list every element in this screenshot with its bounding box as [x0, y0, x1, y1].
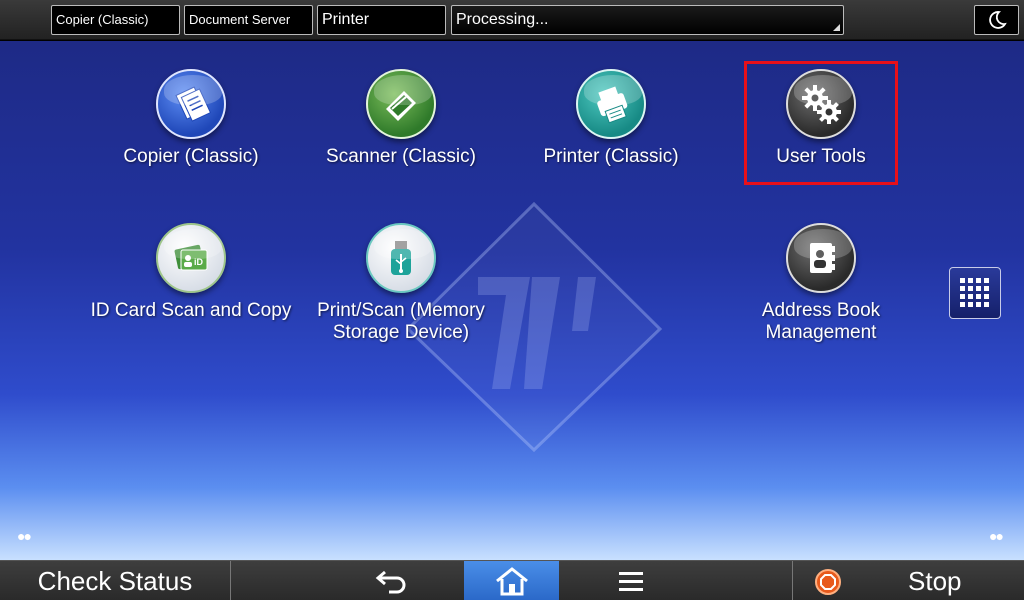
top-bar: Copier (Classic) Document Server Printer… [0, 0, 1024, 40]
stop-icon [815, 569, 841, 595]
app-copier-classic[interactable]: Copier (Classic) [86, 69, 296, 168]
home-icon [495, 567, 528, 596]
tab-document-server[interactable]: Document Server [184, 5, 313, 35]
stop-button[interactable]: Stop [792, 561, 1024, 600]
check-status-button[interactable]: Check Status [0, 561, 231, 600]
status-processing[interactable]: Processing... [451, 5, 844, 35]
expand-corner-icon [833, 24, 840, 31]
app-id-card-scan-copy[interactable]: iD ID Card Scan and Copy [86, 223, 296, 322]
tab-printer[interactable]: Printer [317, 5, 446, 35]
home-button[interactable] [464, 561, 559, 600]
app-printer-classic[interactable]: Printer (Classic) [506, 69, 716, 168]
scanner-icon [366, 69, 436, 139]
app-label: Printer (Classic) [543, 146, 679, 167]
menu-button[interactable] [592, 561, 670, 600]
energy-saver-button[interactable] [974, 5, 1019, 35]
copier-icon [156, 69, 226, 139]
home-screen: Copier (Classic) Scanner (Classic) Print… [0, 41, 1024, 560]
address-book-icon [786, 223, 856, 293]
app-print-scan-memory[interactable]: Print/Scan (Memory Storage Device) [296, 223, 506, 344]
usb-icon [366, 223, 436, 293]
status-text: Processing... [456, 11, 549, 28]
tab-copier-classic[interactable]: Copier (Classic) [51, 5, 180, 35]
selection-highlight [744, 61, 898, 185]
app-label: Print/Scan (Memory Storage Device) [317, 300, 485, 343]
page-indicator-right[interactable]: ●● [989, 528, 1004, 544]
app-label: Copier (Classic) [123, 146, 259, 167]
bottom-bar: Check Status Stop [0, 560, 1024, 600]
app-list-button[interactable] [949, 267, 1001, 319]
app-label: ID Card Scan and Copy [90, 300, 292, 321]
back-button[interactable] [353, 561, 431, 600]
back-arrow-icon [375, 570, 406, 594]
moon-icon [988, 11, 1007, 29]
grid-icon [960, 278, 989, 307]
svg-text:iD: iD [194, 257, 204, 267]
id-card-icon: iD [156, 223, 226, 293]
stop-label: Stop [908, 566, 962, 596]
check-status-label: Check Status [37, 565, 193, 596]
app-label: Scanner (Classic) [326, 146, 476, 167]
app-address-book-management[interactable]: Address Book Management [716, 223, 926, 344]
app-label: Address Book Management [761, 300, 881, 343]
page-indicator-left[interactable]: ●● [17, 528, 32, 544]
hamburger-icon [619, 572, 643, 591]
app-scanner-classic[interactable]: Scanner (Classic) [296, 69, 506, 168]
printer-icon [576, 69, 646, 139]
